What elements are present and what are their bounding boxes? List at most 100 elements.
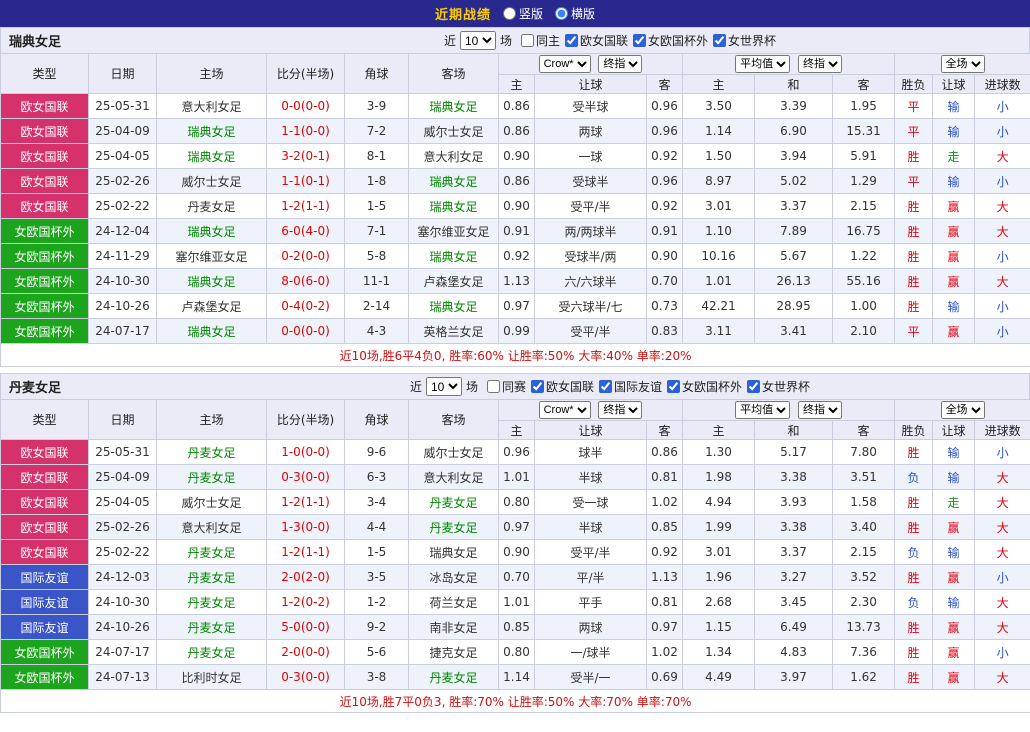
filter-checkbox-input[interactable]: [531, 380, 544, 393]
away-team-cell: 丹麦女足: [409, 515, 499, 540]
filter-checkbox[interactable]: 女世界杯: [747, 378, 810, 395]
data-cell: 0.96: [499, 440, 535, 465]
match-row: 欧女国联25-04-09丹麦女足0-3(0-0)6-3意大利女足1.01半球0.…: [1, 465, 1030, 490]
horizontal-radio-input[interactable]: [555, 7, 568, 20]
home-team-cell: 瑞典女足: [157, 219, 267, 244]
data-cell: 24-12-03: [89, 565, 157, 590]
col-header-home: 主场: [157, 54, 267, 94]
col-header-result: 胜负: [895, 421, 933, 440]
data-cell: 1.30: [683, 440, 755, 465]
data-cell: 7-2: [345, 119, 409, 144]
filter-checkbox-input[interactable]: [633, 34, 646, 47]
league-badge: 欧女国联: [1, 515, 89, 540]
layout-radio-horizontal[interactable]: 横版: [555, 5, 595, 22]
league-badge: 国际友谊: [1, 615, 89, 640]
data-cell: 3.52: [833, 565, 895, 590]
home-team-cell: 塞尔维亚女足: [157, 244, 267, 269]
col-header-score: 比分(半场): [267, 400, 345, 440]
layout-radio-vertical[interactable]: 竖版: [503, 5, 543, 22]
away-team-cell: 丹麦女足: [409, 665, 499, 690]
data-cell: 受球半: [535, 169, 647, 194]
filter-checkbox[interactable]: 同赛: [487, 378, 526, 395]
data-cell: 0.70: [499, 565, 535, 590]
result-cell: 胜: [895, 515, 933, 540]
data-cell: 3.11: [683, 319, 755, 344]
result-cell: 大: [975, 590, 1030, 615]
filter-checkbox-input[interactable]: [599, 380, 612, 393]
filter-checkbox[interactable]: 女欧国杯外: [633, 32, 708, 49]
data-cell: 2.10: [833, 319, 895, 344]
data-cell: 3.45: [755, 590, 833, 615]
bookmaker-select[interactable]: Crow*: [539, 55, 591, 73]
data-cell: 3.27: [755, 565, 833, 590]
match-count-select[interactable]: 10: [460, 31, 496, 50]
data-cell: 3.50: [683, 94, 755, 119]
filter-checkbox[interactable]: 国际友谊: [599, 378, 662, 395]
match-row: 女欧国杯外24-07-17丹麦女足2-0(0-0)5-6捷克女足0.80一/球半…: [1, 640, 1030, 665]
score-cell: 0-3(0-0): [267, 665, 345, 690]
result-cell: 大: [975, 465, 1030, 490]
filter-checkbox-input[interactable]: [565, 34, 578, 47]
europe-time-select[interactable]: 终指: [798, 401, 842, 419]
filter-checkbox-input[interactable]: [713, 34, 726, 47]
filter-checkbox-label: 女世界杯: [762, 378, 810, 395]
col-header-ah-line: 让球: [535, 421, 647, 440]
data-cell: 5.02: [755, 169, 833, 194]
data-cell: 0.90: [647, 244, 683, 269]
horizontal-radio-label: 横版: [571, 5, 595, 22]
result-cell: 赢: [933, 640, 975, 665]
vertical-radio-input[interactable]: [503, 7, 516, 20]
result-cell: 赢: [933, 219, 975, 244]
bookmaker-select[interactable]: Crow*: [539, 401, 591, 419]
data-cell: 24-10-30: [89, 590, 157, 615]
europe-source-select[interactable]: 平均值: [735, 55, 790, 73]
result-cell: 大: [975, 194, 1030, 219]
data-cell: 0.97: [499, 515, 535, 540]
filter-checkbox[interactable]: 欧女国联: [565, 32, 628, 49]
filter-checkbox[interactable]: 女世界杯: [713, 32, 776, 49]
result-cell: 大: [975, 490, 1030, 515]
col-header-eu-draw: 和: [755, 421, 833, 440]
match-row: 欧女国联25-04-05威尔士女足1-2(1-1)3-4丹麦女足0.80受一球1…: [1, 490, 1030, 515]
result-cell: 小: [975, 119, 1030, 144]
filter-checkbox[interactable]: 同主: [521, 32, 560, 49]
data-cell: 1.95: [833, 94, 895, 119]
result-cell: 负: [895, 465, 933, 490]
league-badge: 欧女国联: [1, 169, 89, 194]
data-cell: 25-04-09: [89, 465, 157, 490]
col-header-away: 客场: [409, 400, 499, 440]
scope-select[interactable]: 全场: [941, 401, 985, 419]
filter-checkbox-input[interactable]: [521, 34, 534, 47]
europe-time-select[interactable]: 终指: [798, 55, 842, 73]
handicap-time-select[interactable]: 终指: [598, 55, 642, 73]
result-cell: 输: [933, 94, 975, 119]
col-header-away: 客场: [409, 54, 499, 94]
filter-checkbox[interactable]: 欧女国联: [531, 378, 594, 395]
col-header-date: 日期: [89, 400, 157, 440]
data-cell: 3.37: [755, 540, 833, 565]
result-cell: 负: [895, 540, 933, 565]
filter-checkbox-input[interactable]: [487, 380, 500, 393]
data-cell: 25-04-05: [89, 144, 157, 169]
data-cell: 25-04-09: [89, 119, 157, 144]
col-header-ah-away: 客: [647, 75, 683, 94]
league-badge: 欧女国联: [1, 465, 89, 490]
scope-select[interactable]: 全场: [941, 55, 985, 73]
handicap-time-select[interactable]: 终指: [598, 401, 642, 419]
europe-source-select[interactable]: 平均值: [735, 401, 790, 419]
data-cell: 0.81: [647, 465, 683, 490]
filter-checkbox[interactable]: 女欧国杯外: [667, 378, 742, 395]
data-cell: 7.36: [833, 640, 895, 665]
result-cell: 胜: [895, 490, 933, 515]
filter-checkbox-input[interactable]: [747, 380, 760, 393]
result-cell: 走: [933, 144, 975, 169]
summary-line: 近10场,胜6平4负0, 胜率:60% 让胜率:50% 大率:40% 单率:20…: [1, 344, 1030, 367]
matches-label: 场: [500, 32, 512, 49]
filter-checkbox-input[interactable]: [667, 380, 680, 393]
match-count-select[interactable]: 10: [426, 377, 462, 396]
data-cell: 9-6: [345, 440, 409, 465]
league-badge: 女欧国杯外: [1, 269, 89, 294]
score-cell: 1-1(0-0): [267, 119, 345, 144]
data-cell: 1-5: [345, 194, 409, 219]
data-cell: 25-05-31: [89, 440, 157, 465]
